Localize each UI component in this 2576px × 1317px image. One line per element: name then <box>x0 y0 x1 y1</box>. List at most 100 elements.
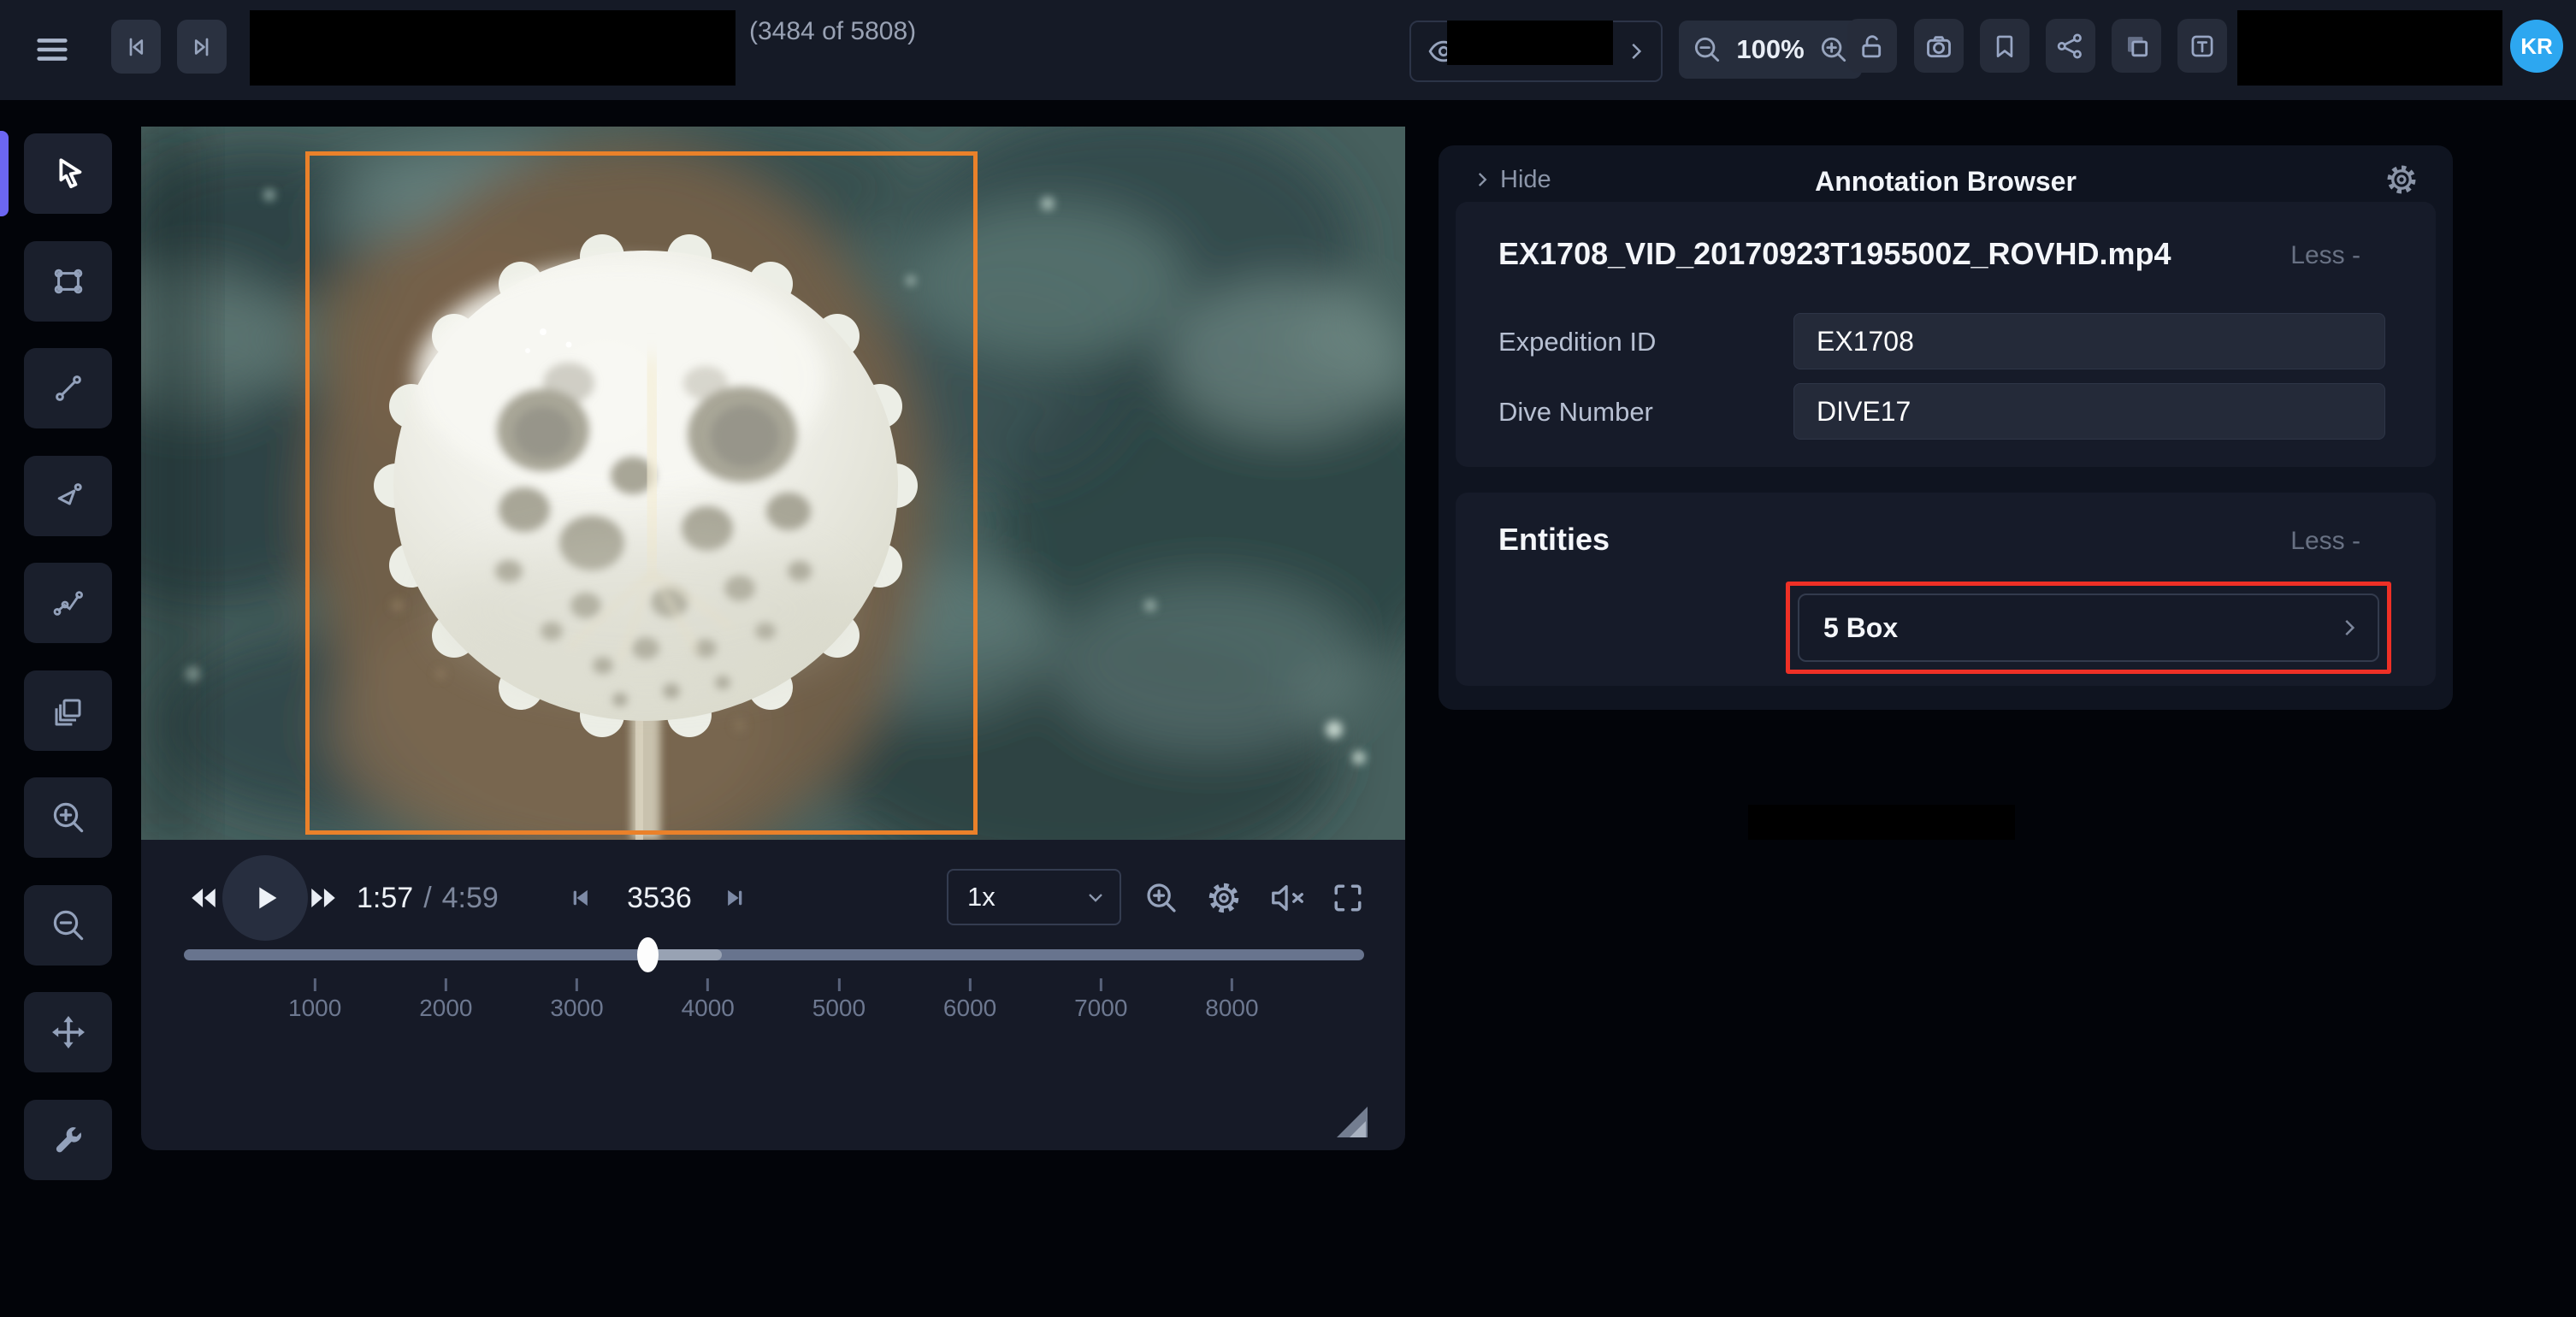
next-frame-icon <box>716 881 750 915</box>
sidebar-tool-polygon-point[interactable] <box>24 456 112 536</box>
frame-number: 3536 <box>610 877 709 918</box>
sidebar-tool-pan[interactable] <box>24 992 112 1072</box>
frame-counter: (3484 of 5808) <box>749 17 916 46</box>
play-icon <box>245 878 285 918</box>
skip-previous-button[interactable] <box>111 20 161 74</box>
user-avatar[interactable]: KR <box>2510 20 2563 73</box>
move-icon <box>48 1012 89 1053</box>
sidebar-tool-zoom-in[interactable] <box>24 777 112 858</box>
file-card: EX1708_VID_20170923T195500Z_ROVHD.mp4 Le… <box>1456 202 2436 467</box>
tick-label: 7000 <box>1074 995 1127 1022</box>
entity-box-group-button[interactable]: 5 Box <box>1798 594 2379 662</box>
active-tool-indicator <box>0 131 9 216</box>
sidebar-tool-wrench[interactable] <box>24 1100 112 1180</box>
video-canvas[interactable] <box>141 127 1405 840</box>
copies-button[interactable] <box>2112 19 2161 73</box>
polyline-icon <box>48 582 89 623</box>
zoom-out-icon[interactable] <box>1691 33 1723 66</box>
gear-icon <box>1204 878 1244 918</box>
chevron-down-icon <box>1084 885 1108 909</box>
resize-handle-inner <box>1350 1121 1366 1137</box>
file-card-toggle[interactable]: Less - <box>2290 241 2360 270</box>
bounding-box-icon <box>48 261 89 302</box>
tick-label: 1000 <box>288 995 341 1022</box>
sidebar-tool-select[interactable] <box>24 133 112 214</box>
wrench-icon <box>50 1121 87 1159</box>
sidebar-tool-layers[interactable] <box>24 670 112 751</box>
timeline-buffer <box>647 949 722 960</box>
expedition-id-label: Expedition ID <box>1498 327 1656 357</box>
polygon-point-icon <box>48 475 89 517</box>
fast-forward-button[interactable] <box>298 877 349 918</box>
zoom-in-icon <box>1142 878 1181 918</box>
chevron-right-icon <box>2337 615 2362 641</box>
mute-button[interactable] <box>1264 876 1312 920</box>
text-box-icon <box>2186 30 2219 62</box>
top-bar: (3484 of 5808) 100% KR <box>0 0 2576 100</box>
play-button[interactable] <box>222 855 308 941</box>
tick-label: 2000 <box>419 995 472 1022</box>
redaction-box <box>2237 10 2502 86</box>
timeline-handle[interactable] <box>637 937 659 972</box>
redaction-box <box>1447 21 1613 65</box>
text-overlay-button[interactable] <box>2177 19 2227 73</box>
entities-card: Entities Less - 5 Box <box>1456 493 2436 686</box>
tick-label: 6000 <box>943 995 996 1022</box>
snapshot-button[interactable] <box>1914 19 1964 73</box>
magnify-button[interactable] <box>1139 876 1184 920</box>
playback-speed-select[interactable]: 1x <box>947 869 1121 925</box>
gear-icon <box>2383 161 2420 198</box>
player-settings-button[interactable] <box>1202 876 1246 920</box>
visibility-dropdown[interactable] <box>1409 21 1663 82</box>
time-current: 1:57 <box>357 882 413 915</box>
chevron-right-icon <box>1623 38 1649 64</box>
video-filename: EX1708_VID_20170923T195500Z_ROVHD.mp4 <box>1498 236 2171 272</box>
zoom-out-icon <box>48 905 89 946</box>
line-icon <box>48 368 89 409</box>
bookmark-button[interactable] <box>1980 19 2029 73</box>
frame-ticks: 1000 2000 3000 4000 5000 6000 7000 8000 <box>184 978 1364 1038</box>
speed-value: 1x <box>967 882 996 912</box>
entities-card-toggle[interactable]: Less - <box>2290 527 2360 556</box>
expedition-id-field[interactable] <box>1793 313 2385 369</box>
video-player: 1:57 / 4:59 3536 1x <box>141 127 1405 1150</box>
share-button[interactable] <box>2046 19 2095 73</box>
sidebar-tool-bounding-box[interactable] <box>24 241 112 322</box>
dive-number-label: Dive Number <box>1498 397 1653 428</box>
entity-box-group-label: 5 Box <box>1823 612 1898 644</box>
previous-frame-button[interactable] <box>562 879 603 917</box>
camera-icon <box>1922 29 1956 63</box>
sidebar-tool-polyline[interactable] <box>24 563 112 643</box>
redaction-box <box>250 10 736 86</box>
tick-label: 8000 <box>1205 995 1258 1022</box>
skip-next-button[interactable] <box>177 20 227 74</box>
menu-icon[interactable] <box>32 29 72 70</box>
speaker-muted-icon <box>1268 878 1308 918</box>
dive-number-field[interactable] <box>1793 383 2385 440</box>
bounding-box-annotation[interactable] <box>305 151 978 835</box>
sidebar-tool-zoom-out[interactable] <box>24 885 112 966</box>
skip-next-icon <box>186 32 217 62</box>
cursor-icon <box>49 154 88 193</box>
time-display: 1:57 / 4:59 <box>357 877 499 918</box>
sidebar-tool-line[interactable] <box>24 348 112 428</box>
fullscreen-button[interactable] <box>1326 876 1370 920</box>
tick-label: 5000 <box>812 995 866 1022</box>
copies-icon <box>2119 29 2154 63</box>
previous-frame-icon <box>565 881 600 915</box>
lock-button[interactable] <box>1847 19 1897 73</box>
fullscreen-icon <box>1329 879 1367 917</box>
lock-open-icon <box>1856 30 1888 62</box>
zoom-control: 100% <box>1679 21 1862 79</box>
next-frame-button[interactable] <box>712 879 753 917</box>
panel-settings-button[interactable] <box>2381 159 2422 200</box>
zoom-level: 100% <box>1736 34 1804 65</box>
rewind-button[interactable] <box>178 877 229 918</box>
tick-label: 4000 <box>682 995 735 1022</box>
zoom-in-icon[interactable] <box>1817 33 1850 66</box>
panel-title: Annotation Browser <box>1439 166 2453 198</box>
redaction-box <box>1748 805 2015 840</box>
zoom-in-icon <box>48 797 89 838</box>
bookmark-icon <box>1988 30 2021 62</box>
timeline-slider[interactable] <box>184 949 1364 960</box>
